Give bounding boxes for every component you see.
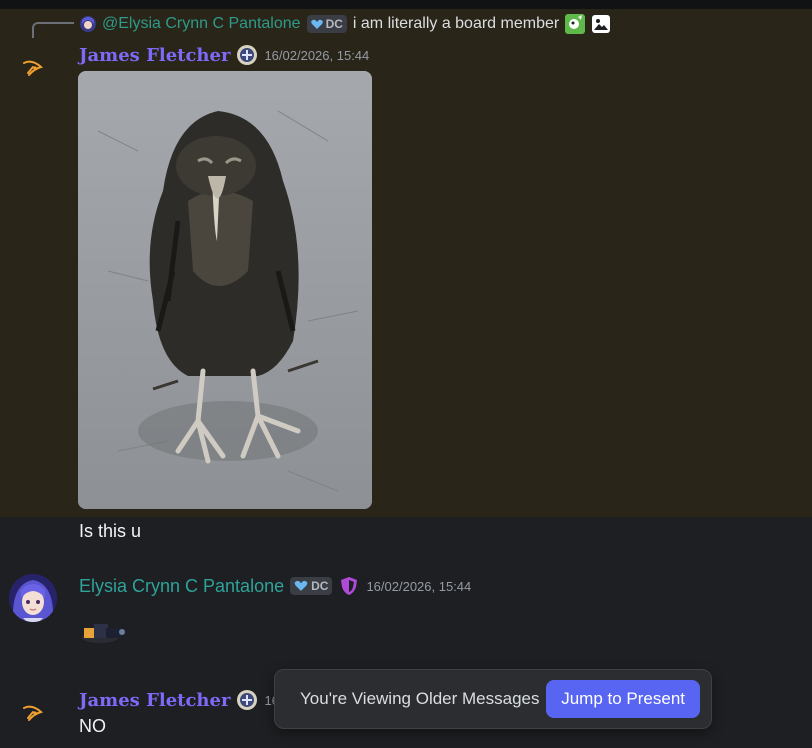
author-name[interactable]: James Fletcher [79, 690, 230, 711]
reply-tag-label: DC [325, 17, 343, 31]
reply-text: i am literally a board member [352, 15, 560, 32]
older-messages-label: You're Viewing Older Messages [300, 689, 540, 708]
message-header: Elysia Crynn C Pantalone DC 16/02/2026, … [79, 573, 471, 599]
author-name[interactable]: James Fletcher [79, 45, 230, 66]
timestamp: 16/02/2026, 15:44 [366, 578, 472, 594]
shield-icon [338, 575, 360, 597]
reaction-icon[interactable] [20, 55, 46, 81]
reply-avatar [80, 16, 96, 32]
server-tag[interactable]: DC [290, 577, 333, 595]
reply-reference[interactable]: @Elysia Crynn C Pantalone DC i am litera… [80, 13, 611, 35]
server-tag-label: DC [311, 579, 329, 593]
reaction-icon[interactable] [20, 700, 46, 726]
message-text: NO [79, 716, 106, 736]
reply-mention[interactable]: @Elysia Crynn C Pantalone [102, 15, 301, 33]
older-messages-bar: You're Viewing Older Messages Jump to Pr… [274, 669, 712, 729]
sticker-attachment[interactable] [78, 614, 130, 648]
timestamp: 16/02/2026, 15:44 [264, 47, 370, 63]
reply-tag: DC [306, 15, 347, 33]
image-icon [591, 14, 611, 34]
image-attachment[interactable] [78, 71, 372, 509]
role-badge-icon [236, 689, 258, 711]
avatar[interactable] [9, 574, 57, 622]
message-text: Is this u [79, 521, 142, 541]
role-badge-icon [236, 44, 258, 66]
top-bar [0, 0, 812, 9]
heart-icon [294, 580, 308, 591]
reply-spine [32, 22, 74, 38]
message-header: James Fletcher 16/ [79, 687, 283, 713]
message-header: James Fletcher 16/02/2026, 15:44 [79, 42, 369, 68]
emoji-icon [565, 14, 586, 34]
heart-icon [310, 19, 323, 29]
author-name[interactable]: Elysia Crynn C Pantalone [79, 576, 284, 597]
jump-to-present-button[interactable]: Jump to Present [546, 680, 700, 718]
